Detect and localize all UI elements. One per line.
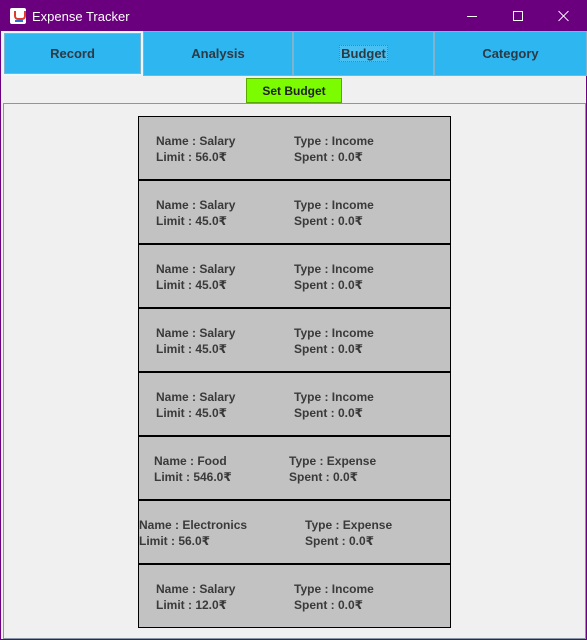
- budget-spent: Spent : 0.0₹: [294, 598, 364, 612]
- budget-spent: Spent : 0.0₹: [294, 214, 364, 228]
- window-title: Expense Tracker: [32, 8, 130, 24]
- budget-name: Name : Salary: [156, 390, 236, 404]
- minimize-icon: [467, 15, 477, 17]
- title-bar[interactable]: Expense Tracker: [1, 1, 587, 31]
- tab-category-label: Category: [482, 46, 539, 61]
- minimize-button[interactable]: [449, 1, 495, 31]
- tab-category[interactable]: Category: [434, 31, 587, 76]
- tab-analysis-label: Analysis: [191, 46, 245, 61]
- budget-type: Type : Income: [294, 326, 374, 340]
- budget-limit: Limit : 56.0₹: [139, 534, 211, 548]
- budget-panel[interactable]: Name : Salary Type : Income Limit : 56.0…: [3, 103, 586, 639]
- budget-spent: Spent : 0.0₹: [294, 150, 364, 164]
- budget-type: Type : Expense: [289, 454, 377, 468]
- budget-name: Name : Salary: [156, 134, 236, 148]
- budget-type: Type : Income: [294, 134, 374, 148]
- budget-name: Name : Electronics: [139, 518, 248, 532]
- budget-card: Name : Salary Type : Income Limit : 45.0…: [138, 180, 451, 244]
- budget-card: Name : Salary Type : Income Limit : 12.0…: [138, 564, 451, 628]
- budget-name: Name : Salary: [156, 198, 236, 212]
- budget-spent: Spent : 0.0₹: [294, 278, 364, 292]
- budget-limit: Limit : 45.0₹: [156, 214, 228, 228]
- app-window: Expense Tracker Record Analysis Budget C…: [0, 0, 587, 640]
- budget-card: Name : Food Type : Expense Limit : 546.0…: [138, 436, 451, 500]
- tab-budget[interactable]: Budget: [293, 31, 434, 76]
- budget-card: Name : Salary Type : Income Limit : 56.0…: [138, 116, 451, 180]
- budget-card: Name : Salary Type : Income Limit : 45.0…: [138, 244, 451, 308]
- budget-list: Name : Salary Type : Income Limit : 56.0…: [138, 116, 451, 628]
- budget-type: Type : Income: [294, 582, 374, 596]
- budget-limit: Limit : 546.0₹: [154, 470, 232, 484]
- budget-card: Name : Electronics Type : Expense Limit …: [138, 500, 451, 564]
- close-button[interactable]: [541, 1, 587, 31]
- close-icon: [558, 10, 570, 22]
- budget-card: Name : Salary Type : Income Limit : 45.0…: [138, 308, 451, 372]
- budget-name: Name : Salary: [156, 326, 236, 340]
- budget-spent: Spent : 0.0₹: [305, 534, 375, 548]
- tab-budget-label: Budget: [339, 45, 388, 62]
- maximize-button[interactable]: [495, 1, 541, 31]
- budget-limit: Limit : 56.0₹: [156, 150, 228, 164]
- budget-spent: Spent : 0.0₹: [294, 342, 364, 356]
- budget-limit: Limit : 45.0₹: [156, 406, 228, 420]
- tab-record[interactable]: Record: [2, 31, 143, 76]
- budget-type: Type : Expense: [305, 518, 393, 532]
- budget-type: Type : Income: [294, 262, 374, 276]
- budget-limit: Limit : 45.0₹: [156, 278, 228, 292]
- budget-spent: Spent : 0.0₹: [289, 470, 359, 484]
- maximize-icon: [513, 11, 523, 21]
- budget-limit: Limit : 45.0₹: [156, 342, 228, 356]
- set-budget-button[interactable]: Set Budget: [246, 78, 342, 103]
- tab-bar: Record Analysis Budget Category: [2, 31, 587, 76]
- budget-name: Name : Salary: [156, 262, 236, 276]
- java-app-icon: [10, 8, 26, 24]
- budget-type: Type : Income: [294, 390, 374, 404]
- budget-type: Type : Income: [294, 198, 374, 212]
- budget-spent: Spent : 0.0₹: [294, 406, 364, 420]
- tab-record-label: Record: [50, 46, 95, 61]
- budget-limit: Limit : 12.0₹: [156, 598, 228, 612]
- budget-card: Name : Salary Type : Income Limit : 45.0…: [138, 372, 451, 436]
- budget-name: Name : Salary: [156, 582, 236, 596]
- tab-analysis[interactable]: Analysis: [143, 31, 293, 76]
- budget-name: Name : Food: [154, 454, 227, 468]
